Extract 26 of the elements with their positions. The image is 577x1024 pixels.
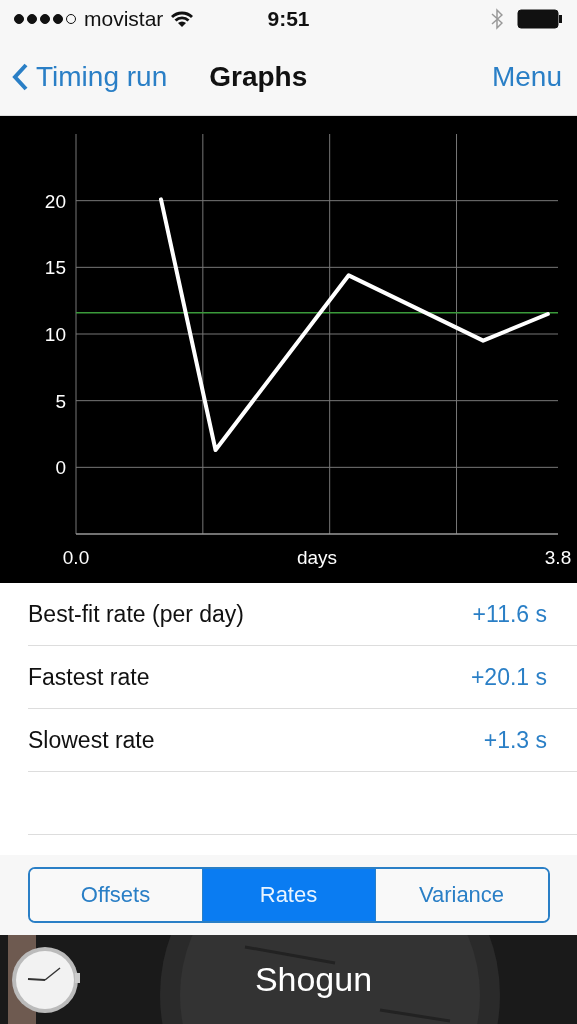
y-tick-label: 5 xyxy=(55,390,66,412)
x-axis-label: days xyxy=(296,547,338,568)
battery-icon xyxy=(517,9,563,29)
stat-label: Best-fit rate (per day) xyxy=(28,600,245,628)
clock-time: 9:51 xyxy=(267,7,310,31)
menu-button[interactable]: Menu xyxy=(491,60,562,93)
stat-value: +11.6 s xyxy=(472,600,547,628)
stat-label: Fastest rate xyxy=(28,663,150,691)
segment-tab[interactable]: Rates xyxy=(201,869,375,921)
stat-value: +20.1 s xyxy=(470,663,547,691)
stat-label: Slowest rate xyxy=(28,726,155,754)
y-tick-label: 0 xyxy=(55,457,66,479)
stat-value: +1.3 s xyxy=(483,726,547,754)
chevron-left-icon xyxy=(12,62,28,91)
x-tick-label: 0.0 xyxy=(62,547,90,568)
watch-name: Shogun xyxy=(254,960,373,999)
screen-title: Graphs xyxy=(209,60,309,93)
back-button[interactable]: Timing run xyxy=(12,60,168,93)
y-tick-label: 20 xyxy=(44,190,66,212)
segment-tab[interactable]: Variance xyxy=(374,869,548,921)
wifi-icon xyxy=(171,11,194,27)
y-tick-label: 10 xyxy=(44,324,66,345)
y-tick-label: 15 xyxy=(44,257,66,279)
carrier-name: movistar xyxy=(84,7,164,31)
bluetooth-icon xyxy=(491,8,503,30)
x-tick-label: 3.8 xyxy=(544,547,572,568)
